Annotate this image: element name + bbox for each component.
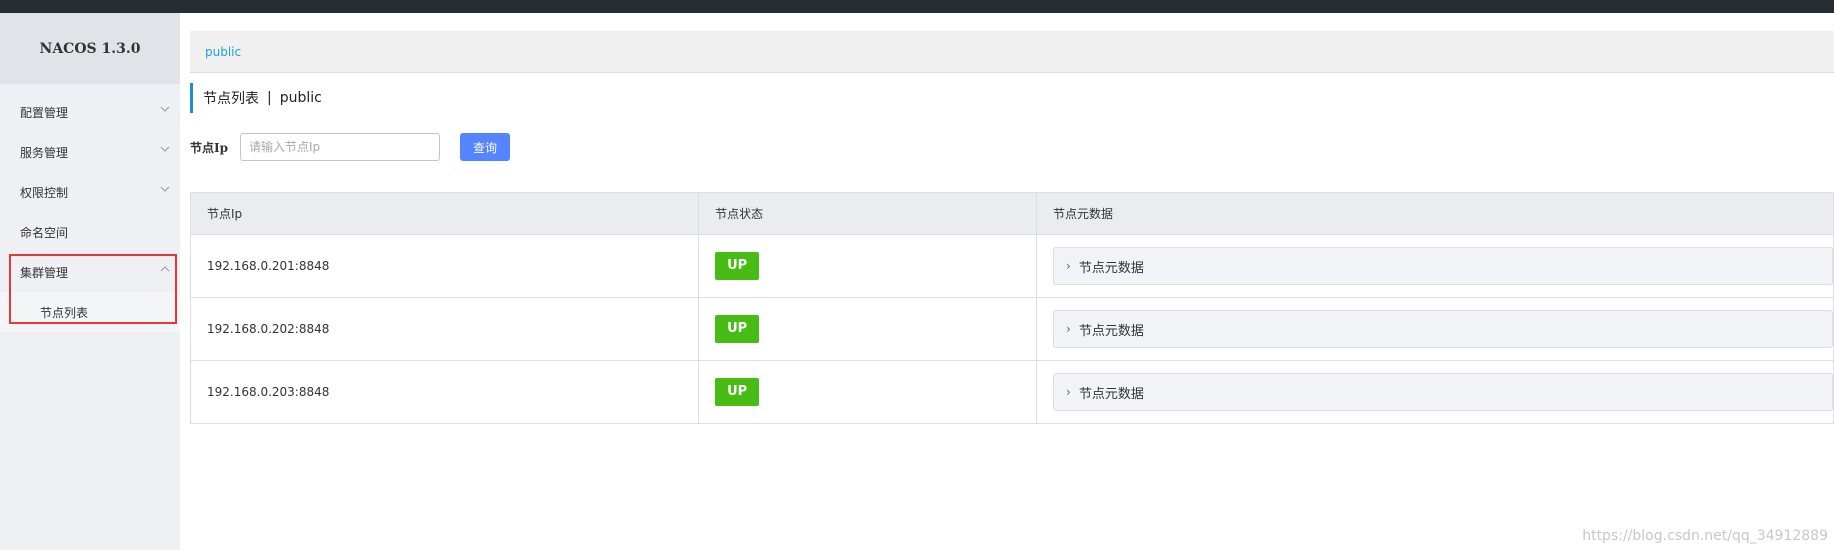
metadata-expander[interactable]: › 节点元数据 bbox=[1053, 310, 1833, 348]
sidebar-subitem-node-list[interactable]: 节点列表 bbox=[0, 292, 180, 332]
sidebar-item-cluster[interactable]: 集群管理 bbox=[0, 252, 180, 292]
chevron-up-icon bbox=[160, 266, 170, 272]
filter-row: 节点Ip 查询 bbox=[190, 133, 511, 161]
node-status-cell: UP bbox=[698, 234, 1037, 298]
chevron-down-icon bbox=[160, 146, 170, 152]
node-table: 节点Ip 节点状态 节点元数据 192.168.0.201:8848 UP › … bbox=[190, 192, 1834, 424]
title-separator: | bbox=[267, 90, 272, 106]
table-row: 192.168.0.203:8848 UP › 节点元数据 bbox=[190, 360, 1834, 424]
top-bar bbox=[0, 0, 1834, 13]
chevron-right-icon: › bbox=[1066, 322, 1071, 336]
metadata-expander[interactable]: › 节点元数据 bbox=[1053, 247, 1833, 285]
sidebar-item-service[interactable]: 服务管理 bbox=[0, 132, 180, 172]
node-ip-cell: 192.168.0.201:8848 bbox=[190, 234, 700, 298]
brand-title: NACOS 1.3.0 bbox=[0, 13, 180, 84]
chevron-right-icon: › bbox=[1066, 259, 1071, 273]
column-header-metadata: 节点元数据 bbox=[1036, 192, 1834, 235]
namespace-bar: public bbox=[190, 31, 1834, 73]
namespace-link-public[interactable]: public bbox=[205, 45, 241, 59]
main-content: public 节点列表 | public 节点Ip 查询 节点Ip 节点状态 节… bbox=[190, 13, 1834, 550]
node-metadata-cell: › 节点元数据 bbox=[1036, 360, 1834, 424]
query-button[interactable]: 查询 bbox=[460, 133, 511, 161]
chevron-down-icon bbox=[160, 186, 170, 192]
node-status-cell: UP bbox=[698, 360, 1037, 424]
table-row: 192.168.0.202:8848 UP › 节点元数据 bbox=[190, 297, 1834, 361]
node-metadata-cell: › 节点元数据 bbox=[1036, 234, 1834, 298]
sidebar-item-label: 权限控制 bbox=[20, 185, 69, 200]
metadata-label: 节点元数据 bbox=[1078, 386, 1144, 402]
sidebar-item-namespace[interactable]: 命名空间 bbox=[0, 212, 180, 252]
watermark: https://blog.csdn.net/qq_34912889 bbox=[1582, 528, 1828, 544]
table-header-row: 节点Ip 节点状态 节点元数据 bbox=[190, 192, 1834, 235]
status-badge: UP bbox=[715, 315, 760, 343]
node-ip-cell: 192.168.0.202:8848 bbox=[190, 297, 700, 361]
metadata-label: 节点元数据 bbox=[1078, 260, 1144, 276]
column-header-ip: 节点Ip bbox=[190, 192, 700, 235]
node-ip-cell: 192.168.0.203:8848 bbox=[190, 360, 700, 424]
page-title: 节点列表 | public bbox=[190, 83, 322, 113]
node-ip-label: 节点Ip bbox=[190, 140, 229, 155]
metadata-label: 节点元数据 bbox=[1078, 323, 1144, 339]
page-title-namespace: public bbox=[279, 90, 322, 106]
metadata-expander[interactable]: › 节点元数据 bbox=[1053, 373, 1833, 411]
page-title-text: 节点列表 bbox=[203, 91, 259, 107]
sidebar-item-label: 服务管理 bbox=[20, 145, 69, 160]
chevron-right-icon: › bbox=[1066, 385, 1071, 399]
node-ip-input[interactable] bbox=[240, 133, 441, 161]
sidebar-item-label: 命名空间 bbox=[20, 225, 69, 240]
chevron-down-icon bbox=[160, 106, 170, 112]
status-badge: UP bbox=[715, 378, 760, 406]
sidebar-item-label: 配置管理 bbox=[20, 105, 69, 120]
sidebar: NACOS 1.3.0 配置管理 服务管理 权限控制 命名空间 集群管理 节点列… bbox=[0, 13, 180, 550]
sidebar-item-label: 集群管理 bbox=[20, 265, 69, 280]
sidebar-subitem-label: 节点列表 bbox=[40, 305, 89, 320]
sidebar-item-auth[interactable]: 权限控制 bbox=[0, 172, 180, 212]
table-row: 192.168.0.201:8848 UP › 节点元数据 bbox=[190, 234, 1834, 298]
status-badge: UP bbox=[715, 252, 760, 280]
column-header-status: 节点状态 bbox=[698, 192, 1037, 235]
node-status-cell: UP bbox=[698, 297, 1037, 361]
node-metadata-cell: › 节点元数据 bbox=[1036, 297, 1834, 361]
sidebar-item-config[interactable]: 配置管理 bbox=[0, 92, 180, 132]
